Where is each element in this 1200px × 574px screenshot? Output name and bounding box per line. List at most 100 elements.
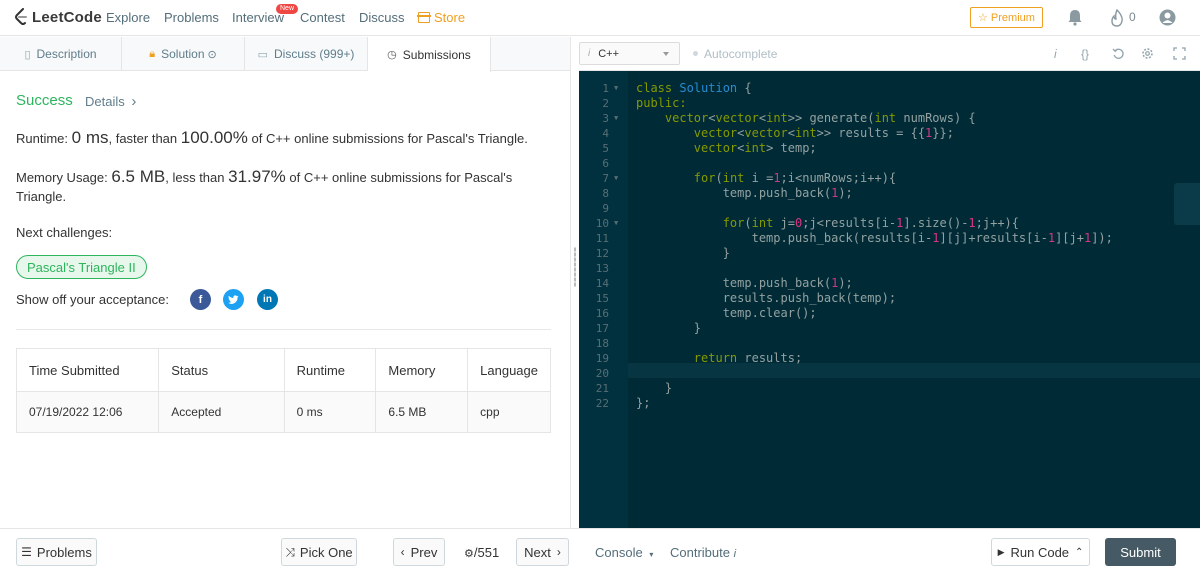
premium-label: Premium: [990, 11, 1035, 24]
cell-time: 07/19/2022 12:06: [15, 391, 160, 433]
cell-runtime: 0 ms: [283, 391, 377, 433]
tab-solution-label: Solution: [161, 47, 205, 61]
top-navbar: LeetCode Explore Problems Interview New …: [0, 0, 1200, 36]
side-panel-tab[interactable]: [1174, 183, 1200, 225]
braces-icon[interactable]: {}: [1081, 47, 1089, 61]
code-text: class Solution {: [636, 81, 752, 95]
line-number: 2: [602, 97, 609, 110]
line-number: 7: [602, 172, 609, 185]
problem-counter[interactable]: ⚙︎/551: [464, 545, 499, 560]
panel-splitter[interactable]: [570, 37, 579, 528]
next-label: Next: [524, 544, 551, 560]
code-text: results.push_back(temp);: [636, 291, 897, 305]
bottom-bar: ☰ Problems ⤨ Pick One ‹ Prev ⚙︎/551 Next › C…: [0, 528, 1200, 574]
code-text: vector<vector<int>> generate(int numRows…: [664, 111, 976, 125]
runtime-percent: 100.00%: [180, 128, 248, 147]
next-button[interactable]: Next ›: [516, 538, 569, 566]
avatar-icon[interactable]: [1159, 9, 1176, 26]
line-number: 21: [595, 382, 609, 395]
fold-arrow-icon[interactable]: ▼: [614, 171, 618, 186]
reset-icon[interactable]: [1112, 47, 1125, 60]
cell-status-accepted[interactable]: Accepted: [158, 391, 285, 433]
fullscreen-icon[interactable]: [1173, 47, 1186, 60]
language-select[interactable]: i C++: [579, 42, 680, 65]
col-runtime: Runtime: [283, 348, 377, 392]
caret-down-icon: ▾: [649, 550, 654, 559]
facebook-icon[interactable]: f: [190, 289, 211, 310]
clock-icon: ◷: [387, 49, 397, 61]
line-number: 18: [595, 337, 609, 350]
problems-button[interactable]: ☰ Problems: [16, 538, 97, 566]
editor-toolbar: i C++ Autocomplete i {}: [579, 37, 1200, 71]
code-text: temp.push_back(1);: [636, 186, 853, 200]
fold-arrow-icon[interactable]: ▼: [614, 81, 618, 96]
runtime-label: Runtime:: [16, 131, 72, 146]
play-icon: ▶: [997, 546, 1005, 557]
line-number: 20: [595, 367, 609, 380]
next-challenges-label: Next challenges:: [16, 225, 113, 240]
fold-arrow-icon[interactable]: ▼: [614, 111, 618, 126]
runtime-value: 0 ms: [71, 128, 109, 147]
tab-solution[interactable]: 🔒︎ Solution ⊙: [122, 37, 245, 71]
language-value: C++: [598, 47, 620, 60]
col-time-submitted: Time Submitted: [15, 348, 160, 392]
line-number: 12: [595, 247, 609, 260]
linkedin-icon[interactable]: in: [257, 289, 278, 310]
nav-contest[interactable]: Contest: [300, 10, 345, 25]
nav-explore[interactable]: Explore: [106, 10, 150, 25]
runtime-mid: , faster than: [108, 131, 181, 146]
submit-button[interactable]: Submit: [1105, 538, 1176, 566]
run-code-label: Run Code: [1010, 544, 1070, 560]
code-editor[interactable]: 1 ▼ class Solution {2 public: 3 ▼ vector<vect…: [579, 71, 1200, 528]
bell-icon[interactable]: [1068, 9, 1082, 26]
fold-arrow-icon[interactable]: ▼: [614, 216, 618, 231]
nav-store[interactable]: Store: [417, 10, 465, 25]
contribute-label: Contribute: [670, 545, 730, 560]
console-toggle[interactable]: Console ▾: [595, 545, 653, 560]
line-number: 14: [595, 277, 609, 290]
line-number: 9: [602, 202, 609, 215]
pick-one-button[interactable]: ⤨ Pick One: [281, 538, 357, 566]
info-icon[interactable]: i: [1054, 47, 1057, 61]
prev-label: Prev: [410, 544, 438, 560]
nav-problems[interactable]: Problems: [164, 10, 219, 25]
code-text: vector<int> temp;: [693, 141, 817, 155]
tab-submissions[interactable]: ◷ Submissions: [368, 37, 491, 72]
leetcode-logo[interactable]: LeetCode: [14, 8, 102, 26]
next-challenge-pill[interactable]: Pascal's Triangle II: [16, 255, 147, 279]
run-code-button[interactable]: ▶ Run Code ⌃: [991, 538, 1090, 566]
details-link[interactable]: Details ›: [85, 93, 136, 110]
settings-icon[interactable]: [1141, 47, 1154, 60]
col-language: Language: [467, 348, 551, 392]
code-text: }: [636, 381, 673, 395]
runtime-tail: of C++ online submissions for Pascal's T…: [247, 131, 528, 146]
chevron-down-icon: [663, 52, 669, 56]
contribute-link[interactable]: Contribute i: [670, 545, 736, 560]
fire-icon[interactable]: [1110, 9, 1124, 27]
premium-button[interactable]: ☆ Premium: [970, 7, 1043, 28]
twitter-icon[interactable]: [223, 289, 244, 310]
code-text: for(int j=0;j<results[i-1].size()-1;j++)…: [722, 216, 1020, 230]
share-label: Show off your acceptance:: [16, 292, 169, 307]
chevron-right-icon: ›: [131, 93, 137, 110]
table-row: 07/19/2022 12:06 Accepted 0 ms 6.5 MB cp…: [15, 391, 551, 433]
chevron-right-icon: ›: [556, 545, 561, 559]
star-icon: ☆: [978, 12, 988, 24]
cell-memory: 6.5 MB: [375, 391, 469, 433]
twitter-bird-shape: [228, 294, 239, 304]
prev-button[interactable]: ‹ Prev: [393, 538, 445, 566]
autocomplete-label: Autocomplete: [704, 47, 778, 61]
memory-line-wrap: Triangle.: [16, 189, 67, 204]
shuffle-icon: ⤨: [285, 544, 295, 559]
line-number: 3: [602, 112, 609, 125]
line-number: 4: [602, 127, 609, 140]
autocomplete-toggle[interactable]: Autocomplete: [693, 47, 777, 61]
tab-discuss[interactable]: ▭ Discuss (999+): [245, 37, 368, 71]
code-text: temp.push_back(results[i-1][j]+results[i…: [636, 231, 1113, 245]
memory-label: Memory Usage:: [16, 170, 112, 185]
line-number: 13: [595, 262, 609, 275]
code-text: }: [636, 321, 702, 335]
nav-discuss[interactable]: Discuss: [359, 10, 405, 25]
tab-description[interactable]: ▯ Description: [0, 37, 122, 71]
play-circle-icon: ⊙: [207, 48, 217, 61]
